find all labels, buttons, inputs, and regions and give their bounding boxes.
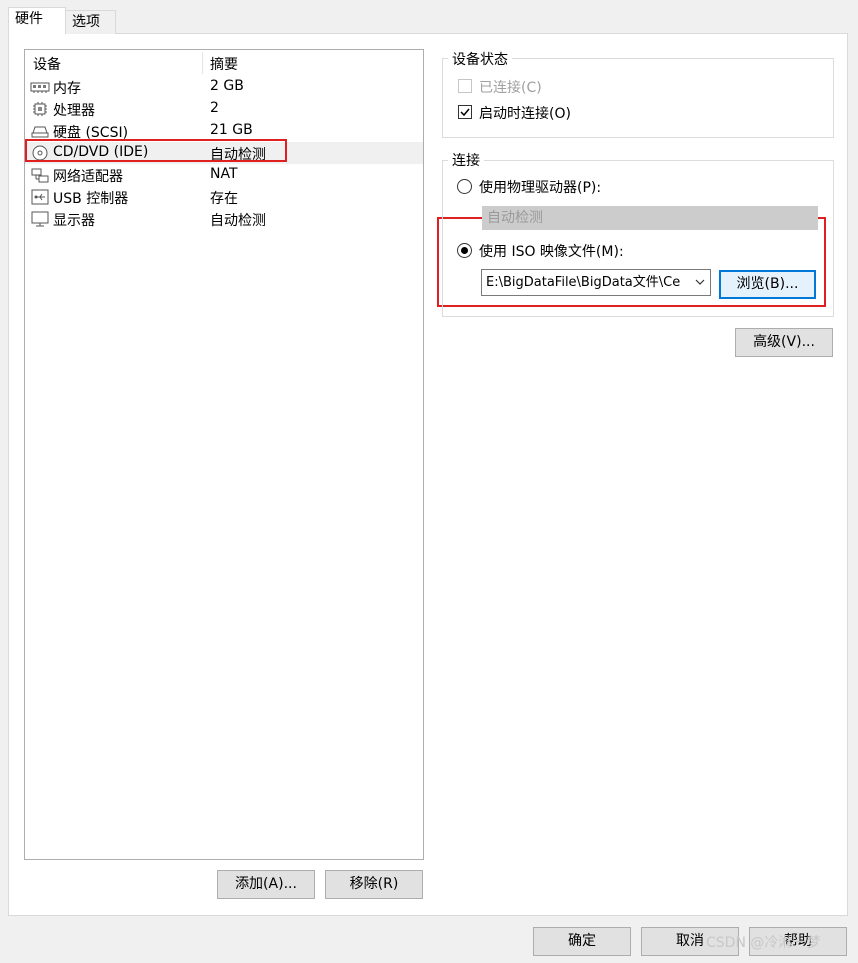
physical-drive-radio[interactable] bbox=[457, 179, 472, 194]
usb-controller-icon bbox=[31, 189, 49, 205]
memory-icon bbox=[30, 82, 50, 93]
display-icon bbox=[31, 211, 49, 227]
iso-image-label: 使用 ISO 映像文件(M): bbox=[479, 244, 624, 260]
connect-at-power-on-label: 启动时连接(O) bbox=[479, 106, 571, 122]
device-summary: 2 bbox=[210, 100, 219, 116]
device-summary: 21 GB bbox=[210, 122, 253, 138]
processor-icon bbox=[33, 102, 47, 116]
device-summary: 存在 bbox=[210, 191, 238, 207]
physical-drive-label: 使用物理驱动器(P): bbox=[479, 180, 602, 196]
device-list[interactable]: 设备 摘要 内存 2 GB 处理器 2 硬盘 (SCSI) 21 GB CD/D… bbox=[24, 49, 424, 860]
ok-button[interactable]: 确定 bbox=[533, 927, 631, 956]
connected-checkbox[interactable] bbox=[458, 79, 472, 93]
device-status-group bbox=[442, 58, 834, 138]
physical-drive-select[interactable]: 自动检测 bbox=[482, 206, 818, 230]
device-row-display[interactable]: 显示器 自动检测 bbox=[25, 208, 423, 230]
device-name: 网络适配器 bbox=[53, 169, 123, 185]
tab-hardware[interactable]: 硬件 bbox=[8, 7, 66, 34]
column-header-summary[interactable]: 摘要 bbox=[210, 54, 238, 74]
device-row-memory[interactable]: 内存 2 GB bbox=[25, 76, 423, 98]
network-adapter-icon bbox=[31, 168, 49, 183]
watermark: CSDN @冷淋一梦 bbox=[706, 935, 821, 951]
iso-path-combobox[interactable]: E:\BigDataFile\BigData文件\Ce bbox=[481, 269, 711, 296]
tab-options[interactable]: 选项 bbox=[65, 10, 116, 34]
device-summary: 自动检测 bbox=[210, 213, 266, 229]
checkmark-icon bbox=[460, 108, 470, 117]
device-name: 显示器 bbox=[53, 213, 95, 229]
device-row-processor[interactable]: 处理器 2 bbox=[25, 98, 423, 120]
chevron-down-icon[interactable] bbox=[694, 270, 706, 295]
column-header-device[interactable]: 设备 bbox=[33, 54, 61, 74]
hard-disk-icon bbox=[31, 126, 49, 138]
browse-button[interactable]: 浏览(B)... bbox=[719, 270, 816, 299]
advanced-button[interactable]: 高级(V)... bbox=[735, 328, 833, 357]
device-name: 内存 bbox=[53, 81, 81, 97]
column-separator[interactable] bbox=[202, 52, 203, 74]
device-status-title: 设备状态 bbox=[448, 49, 512, 69]
add-button[interactable]: 添加(A)... bbox=[217, 870, 315, 899]
connection-title: 连接 bbox=[448, 150, 484, 170]
device-row-usb-controller[interactable]: USB 控制器 存在 bbox=[25, 186, 423, 208]
physical-drive-select-value: 自动检测 bbox=[487, 210, 543, 226]
device-list-header: 设备 摘要 bbox=[25, 50, 423, 76]
device-row-network-adapter[interactable]: 网络适配器 NAT bbox=[25, 164, 423, 186]
highlight-box-cd-dvd bbox=[25, 139, 287, 162]
device-name: 处理器 bbox=[53, 103, 95, 119]
iso-image-radio[interactable] bbox=[457, 243, 472, 258]
device-summary: NAT bbox=[210, 166, 238, 182]
connected-label: 已连接(C) bbox=[479, 80, 542, 96]
device-summary: 2 GB bbox=[210, 78, 244, 94]
iso-path-value: E:\BigDataFile\BigData文件\Ce bbox=[486, 275, 681, 290]
remove-button[interactable]: 移除(R) bbox=[325, 870, 423, 899]
device-name: USB 控制器 bbox=[53, 191, 129, 207]
connect-at-power-on-checkbox[interactable] bbox=[458, 105, 472, 119]
